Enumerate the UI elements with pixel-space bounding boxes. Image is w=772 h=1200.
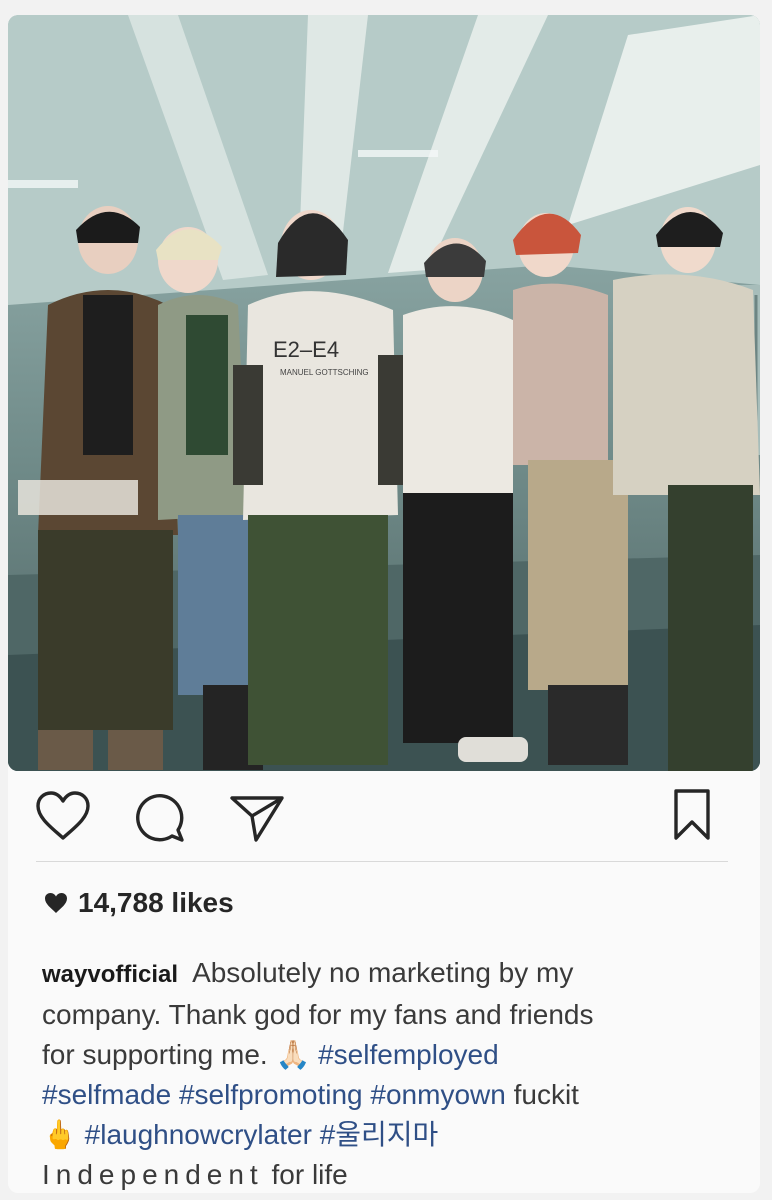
screenshot-frame: E2–E4 MANUEL GOTTSCHING 14,788 likes way… — [0, 0, 772, 1200]
hand-emoji: 🖕 — [42, 1118, 77, 1151]
hashtag-selfemployed[interactable]: #selfemployed — [318, 1039, 499, 1070]
instagram-post: E2–E4 MANUEL GOTTSCHING 14,788 likes way… — [8, 15, 760, 1193]
hashtag-selfpromoting[interactable]: #selfpromoting — [179, 1079, 363, 1110]
likes-heart-icon — [45, 893, 67, 913]
comment-icon[interactable] — [132, 790, 186, 849]
bookmark-icon[interactable] — [672, 788, 712, 847]
caption-text-independent: Independent — [42, 1159, 264, 1190]
caption-text-1: Absolutely no marketing by my — [192, 957, 574, 988]
hashtag-laughnowcrylater[interactable]: #laughnowcrylater — [85, 1119, 312, 1150]
caption-text-4: fuckit — [513, 1079, 579, 1110]
hashtag-onmyown[interactable]: #onmyown — [370, 1079, 505, 1110]
share-icon[interactable] — [228, 790, 286, 849]
post-photo[interactable]: E2–E4 MANUEL GOTTSCHING — [8, 15, 760, 771]
action-bar — [8, 785, 760, 845]
caption-line-4: #selfmade #selfpromoting #onmyown fuckit — [42, 1075, 732, 1115]
caption-text-2: company. Thank god for my fans and frien… — [42, 999, 594, 1030]
caption-text-3: for supporting me. — [42, 1039, 268, 1070]
post-caption: wayvofficial Absolutely no marketing by m… — [42, 953, 732, 1193]
separator-line — [36, 861, 728, 862]
praying-hands-emoji: 🙏🏻 — [275, 1038, 311, 1071]
caption-line-2: company. Thank god for my fans and frien… — [42, 995, 732, 1035]
caption-line-5: 🖕 #laughnowcrylater #울리지마 — [42, 1115, 732, 1155]
group-photo-illustration: E2–E4 MANUEL GOTTSCHING — [8, 15, 760, 771]
likes-count[interactable]: 14,788 likes — [44, 887, 234, 919]
likes-text: 14,788 likes — [78, 887, 234, 918]
hashtag-korean[interactable]: #울리지마 — [320, 1119, 439, 1150]
username-link[interactable]: wayvofficial — [42, 961, 178, 988]
hashtag-selfmade[interactable]: #selfmade — [42, 1079, 171, 1110]
heart-icon[interactable] — [34, 790, 92, 847]
caption-text-for-life: for life — [271, 1159, 348, 1190]
caption-line-1: wayvofficial Absolutely no marketing by m… — [42, 953, 732, 995]
caption-line-6: Independent for life — [42, 1155, 732, 1193]
caption-line-3: for supporting me. 🙏🏻 #selfemployed — [42, 1035, 732, 1075]
shirt-text-main: E2–E4 — [273, 337, 339, 362]
shirt-text-sub: MANUEL GOTTSCHING — [280, 368, 369, 377]
